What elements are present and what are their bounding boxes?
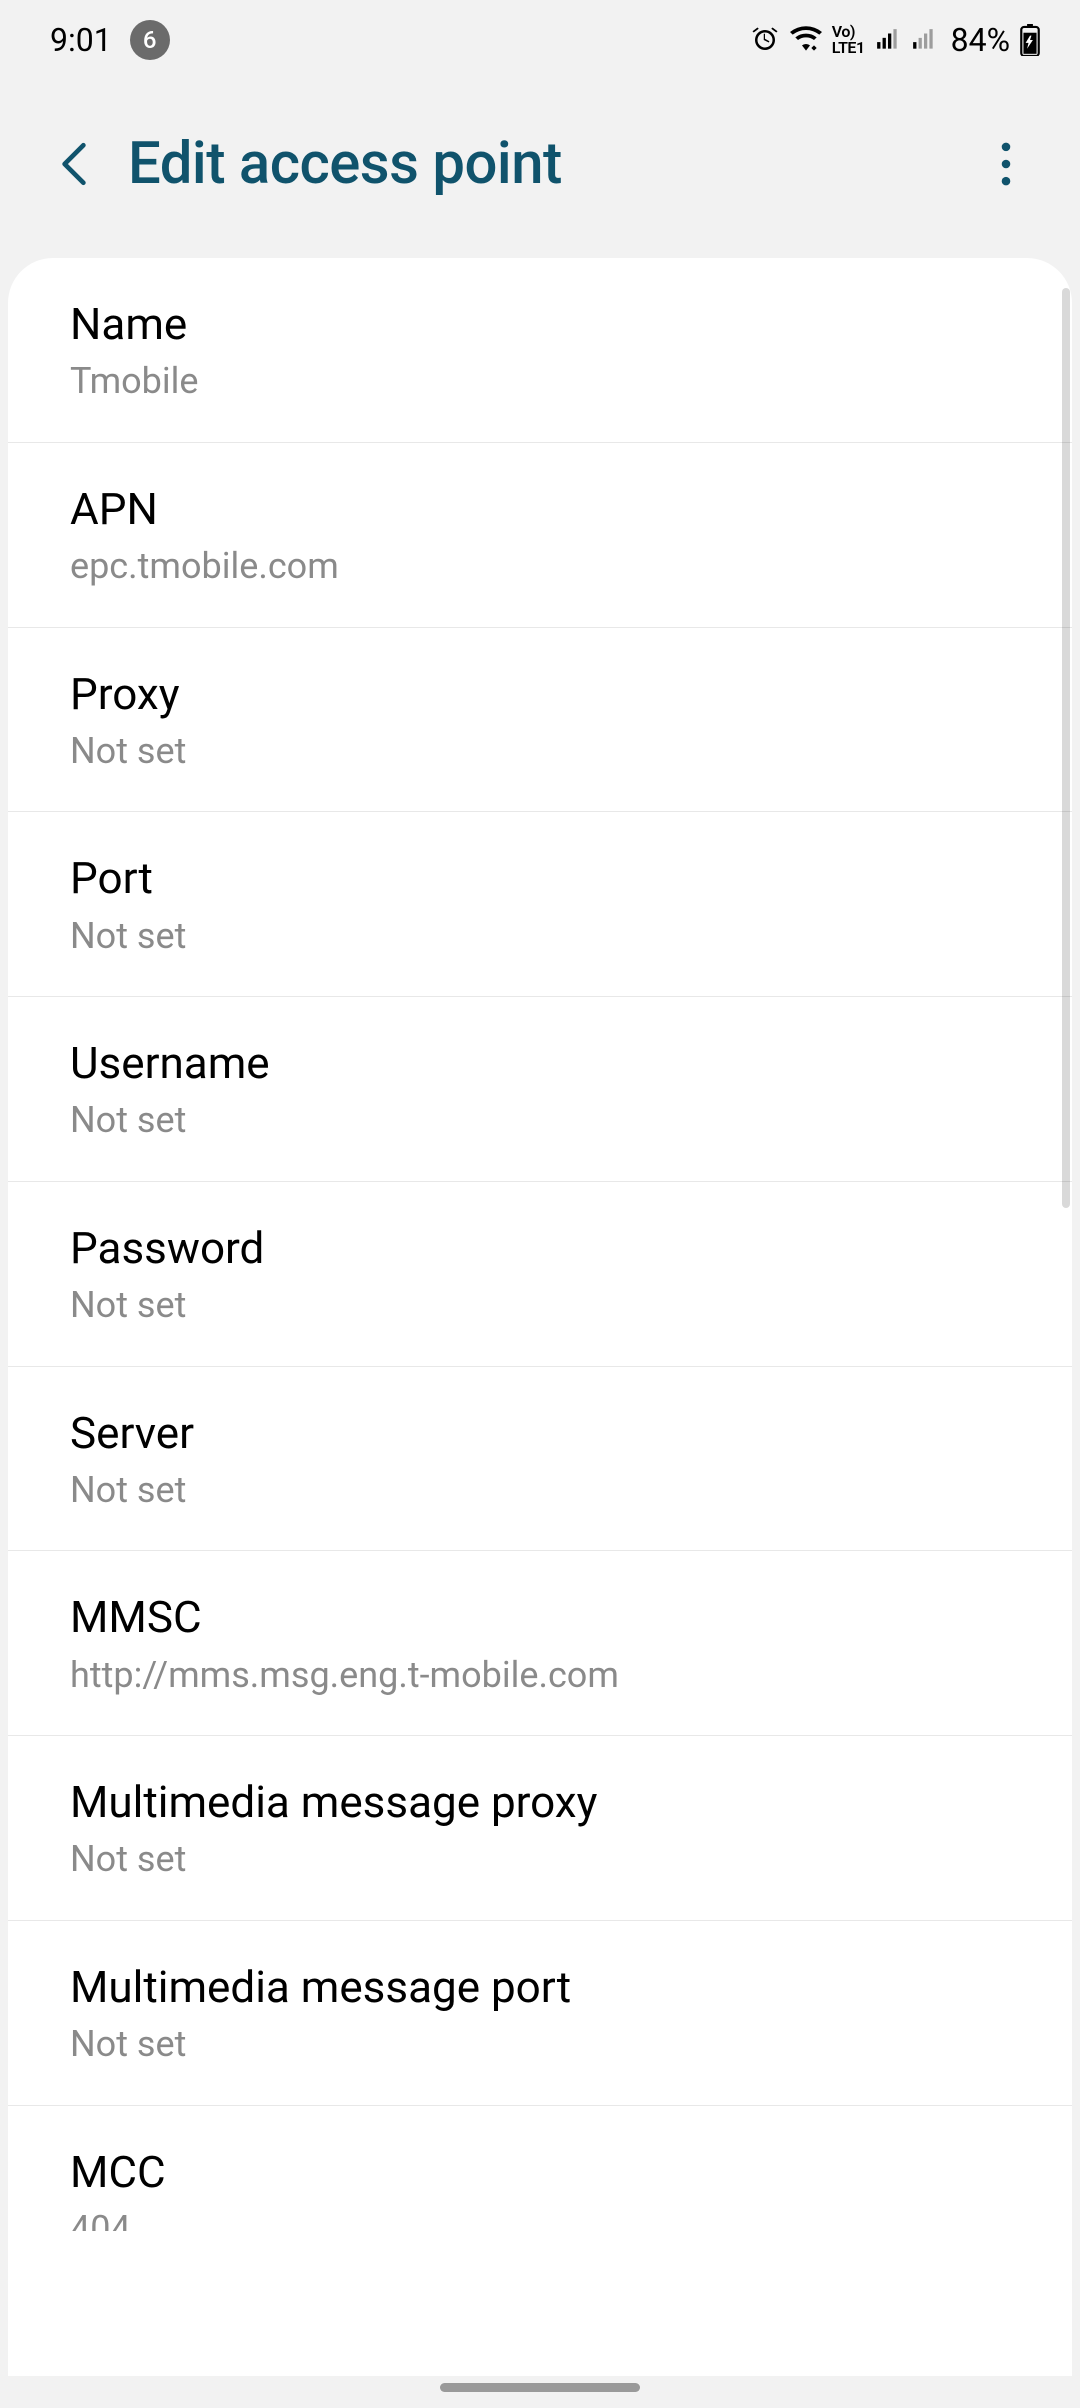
- status-bar: 9:01 6 Vo)LTE1 84%: [0, 0, 1080, 80]
- item-label: MCC: [70, 2144, 1010, 2201]
- status-right: Vo)LTE1 84%: [750, 21, 1040, 59]
- list-item-mms-port[interactable]: Multimedia message port Not set: [8, 1921, 1072, 2106]
- item-value: Not set: [70, 727, 1010, 776]
- item-label: Proxy: [70, 666, 1010, 723]
- list-item-mms-proxy[interactable]: Multimedia message proxy Not set: [8, 1736, 1072, 1921]
- item-label: Server: [70, 1405, 1010, 1462]
- header: Edit access point: [0, 80, 1080, 258]
- alarm-icon: [750, 25, 780, 55]
- item-value: Not set: [70, 1466, 1010, 1515]
- signal-icon-1: [875, 27, 901, 53]
- item-value: 404: [70, 2205, 1010, 2231]
- battery-percentage: 84%: [951, 21, 1010, 59]
- signal-icon-2: [911, 27, 937, 53]
- item-label: APN: [70, 481, 1010, 538]
- list-item-mmsc[interactable]: MMSC http://mms.msg.eng.t-mobile.com: [8, 1551, 1072, 1736]
- apn-settings-list: Name Tmobile APN epc.tmobile.com Proxy N…: [8, 258, 1072, 2267]
- volte-icon: Vo)LTE1: [832, 24, 865, 56]
- navigation-handle[interactable]: [440, 2383, 640, 2392]
- item-label: MMSC: [70, 1589, 1010, 1646]
- list-item-name[interactable]: Name Tmobile: [8, 258, 1072, 443]
- item-label: Password: [70, 1220, 1010, 1277]
- item-value: Not set: [70, 912, 1010, 961]
- item-value: Not set: [70, 1096, 1010, 1145]
- list-item-username[interactable]: Username Not set: [8, 997, 1072, 1182]
- list-item-apn[interactable]: APN epc.tmobile.com: [8, 443, 1072, 628]
- item-label: Port: [70, 850, 1010, 907]
- item-value: Not set: [70, 2020, 1010, 2069]
- scrollbar-indicator[interactable]: [1062, 288, 1070, 1208]
- list-item-password[interactable]: Password Not set: [8, 1182, 1072, 1367]
- back-button[interactable]: [50, 140, 98, 188]
- wifi-icon: [790, 24, 822, 56]
- settings-card: Name Tmobile APN epc.tmobile.com Proxy N…: [8, 258, 1072, 2376]
- battery-charging-icon: [1020, 24, 1040, 56]
- more-options-button[interactable]: [982, 140, 1030, 188]
- item-value: Not set: [70, 1835, 1010, 1884]
- more-vertical-icon: [1001, 142, 1011, 186]
- page-title: Edit access point: [128, 130, 982, 198]
- item-label: Username: [70, 1035, 1010, 1092]
- item-value: Not set: [70, 1281, 1010, 1330]
- item-value: epc.tmobile.com: [70, 542, 1010, 591]
- list-item-port[interactable]: Port Not set: [8, 812, 1072, 997]
- chevron-left-icon: [55, 139, 93, 189]
- list-item-server[interactable]: Server Not set: [8, 1367, 1072, 1552]
- list-item-mcc[interactable]: MCC 404: [8, 2106, 1072, 2267]
- status-left: 9:01 6: [50, 20, 170, 60]
- item-label: Multimedia message port: [70, 1959, 1010, 2016]
- status-time: 9:01: [50, 21, 112, 59]
- item-value: http://mms.msg.eng.t-mobile.com: [70, 1651, 1010, 1700]
- item-label: Multimedia message proxy: [70, 1774, 1010, 1831]
- item-value: Tmobile: [70, 357, 1010, 406]
- list-item-proxy[interactable]: Proxy Not set: [8, 628, 1072, 813]
- notification-count-badge: 6: [130, 20, 170, 60]
- item-label: Name: [70, 296, 1010, 353]
